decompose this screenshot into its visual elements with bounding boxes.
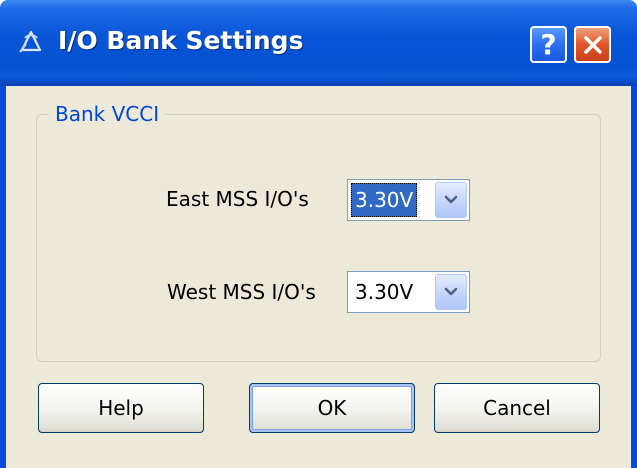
group-legend: Bank VCCI [49,102,166,126]
tri-arrow-logo-icon [19,30,42,53]
chevron-down-icon [444,195,458,204]
cancel-button[interactable]: Cancel [434,383,600,433]
dialog-window: I/O Bank Settings ? Bank VCCI East MSS I… [0,0,637,468]
east-mss-label: East MSS I/O's [166,187,309,211]
title-bar[interactable]: I/O Bank Settings ? [0,0,637,86]
west-mss-select[interactable]: 3.30V [347,271,470,313]
east-mss-dropdown-button[interactable] [435,182,467,218]
west-mss-label: West MSS I/O's [167,280,316,304]
dialog-body: Bank VCCI East MSS I/O's 3.30V West MSS … [6,86,631,468]
west-mss-dropdown-button[interactable] [435,274,467,310]
east-mss-value: 3.30V [351,183,418,217]
window-title: I/O Bank Settings [58,26,304,55]
ok-button[interactable]: OK [249,383,415,433]
west-mss-value: 3.30V [355,280,414,304]
bank-vcci-group: Bank VCCI [36,102,601,362]
east-mss-select[interactable]: 3.30V [347,179,470,221]
title-help-button[interactable]: ? [530,26,567,63]
help-question-label: ? [540,28,557,61]
help-button[interactable]: Help [38,383,204,433]
close-icon [583,35,602,54]
title-close-button[interactable] [574,26,611,63]
chevron-down-icon [444,287,458,296]
